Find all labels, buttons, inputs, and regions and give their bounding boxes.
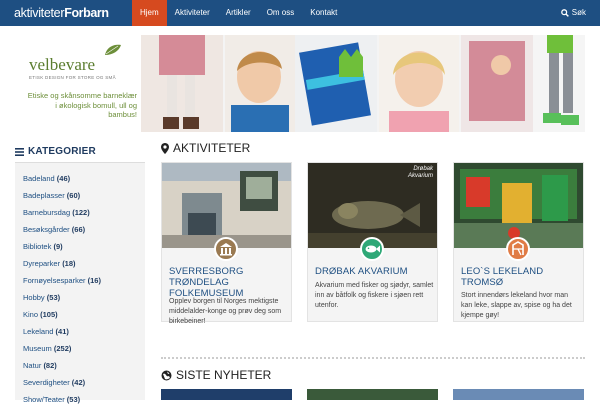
category-name: Bibliotek (23, 242, 52, 251)
category-item[interactable]: Natur (82) (23, 357, 143, 374)
category-count: (9) (53, 242, 63, 251)
map-marker-icon (161, 142, 169, 154)
activity-category-badge (360, 237, 384, 261)
category-count: (252) (53, 344, 72, 353)
advertisement-banner[interactable]: velbevare ETISK DESIGN FOR STORE OG SMÅ … (15, 35, 585, 132)
category-count: (41) (55, 327, 69, 336)
search-label: Søk (571, 8, 586, 17)
activity-card-title[interactable]: DRØBAK AKVARIUM (315, 266, 435, 277)
activity-card-description: Opplev borgen til Norges mektigste midde… (169, 298, 282, 325)
category-item[interactable]: Bibliotek (9) (23, 238, 143, 255)
category-name: Badeplasser (23, 191, 65, 200)
list-icon (15, 147, 24, 156)
category-count: (46) (56, 174, 71, 183)
logo-text-forbarn: Forbarn (64, 6, 109, 20)
museum-icon (220, 243, 232, 256)
banner-photo-kid-standing (533, 35, 585, 132)
fish-icon (365, 245, 380, 253)
banner-photo-legs (141, 35, 223, 132)
activity-card[interactable]: LEO`S LEKELAND TROMSØ Stort innendørs le… (453, 162, 584, 322)
top-navigation-bar: aktiviteterForbarn Hjem Aktiviteter Arti… (0, 0, 600, 26)
category-item[interactable]: Lekeland (41) (23, 323, 143, 340)
category-item[interactable]: Severdigheter (42) (23, 374, 143, 391)
playground-icon (512, 241, 524, 256)
category-name: Dyreparker (23, 259, 61, 268)
category-count: (42) (71, 378, 86, 387)
nav-artikler[interactable]: Artikler (218, 0, 259, 26)
category-count: (122) (72, 208, 90, 217)
banner-photo-shirt (295, 35, 377, 132)
nav-kontakt[interactable]: Kontakt (302, 0, 345, 26)
category-item[interactable]: Kino (105) (23, 306, 143, 323)
banner-photo-boy (225, 35, 295, 132)
category-name: Lekeland (23, 327, 54, 336)
activity-card-image: Drøbak Akvarium (308, 163, 437, 248)
news-heading: SISTE NYHETER (161, 368, 271, 382)
category-item[interactable]: Dyreparker (18) (23, 255, 143, 272)
category-name: Severdigheter (23, 378, 70, 387)
activity-card-image (162, 163, 291, 248)
activities-heading: AKTIVITETER (161, 141, 250, 155)
news-thumbnail[interactable] (161, 389, 292, 400)
category-count: (16) (87, 276, 101, 285)
activities-title: AKTIVITETER (173, 141, 251, 155)
search-button[interactable]: Søk (560, 0, 586, 26)
category-name: Natur (23, 361, 42, 370)
category-count: (60) (66, 191, 81, 200)
activity-card-description: Akvarium med fisker og sjødyr, samlet in… (315, 282, 434, 309)
banner-tagline: ETISK DESIGN FOR STORE OG SMÅ (29, 75, 116, 80)
banner-brand: velbevare (29, 55, 96, 74)
news-thumbnail[interactable] (307, 389, 438, 400)
banner-brand-panel: velbevare ETISK DESIGN FOR STORE OG SMÅ … (15, 35, 141, 132)
logo-text-aktiviteter: aktiviteter (14, 6, 65, 20)
category-name: Fornøyelsesparker (23, 276, 86, 285)
main-menu: Hjem Aktiviteter Artikler Om oss Kontakt (132, 0, 345, 26)
category-name: Museum (23, 344, 52, 353)
activity-category-badge (506, 237, 530, 261)
banner-photo-girl (379, 35, 459, 132)
categories-heading: KATEGORIER (15, 146, 96, 157)
banner-description: Etiske og skånsomme barneklær i økologis… (27, 91, 137, 119)
category-name: Kino (23, 310, 39, 319)
categories-panel: Badeland (46) Badeplasser (60) Barneburs… (15, 162, 145, 404)
aquarium-overlay-text: Drøbak Akvarium (407, 166, 433, 179)
category-count: (82) (43, 361, 57, 370)
category-name: Barnebursdag (23, 208, 71, 217)
category-count: (53) (46, 293, 61, 302)
activity-card-title[interactable]: SVERRESBORG TRØNDELAG FOLKEMUSEUM (169, 266, 289, 299)
category-count: (105) (40, 310, 58, 319)
leaf-icon (105, 44, 121, 55)
activity-category-badge (214, 237, 238, 261)
category-name: Besøksgårder (23, 225, 70, 234)
nav-hjem[interactable]: Hjem (132, 0, 167, 26)
category-item[interactable]: Museum (252) (23, 340, 143, 357)
category-item[interactable]: Hobby (53) (23, 289, 143, 306)
category-item[interactable]: Besøksgårder (66) (23, 221, 143, 238)
nav-om-oss[interactable]: Om oss (259, 0, 303, 26)
category-count: (66) (71, 225, 86, 234)
category-item[interactable]: Badeland (46) (23, 170, 143, 187)
activity-card-image (454, 163, 583, 248)
categories-list: Badeland (46) Badeplasser (60) Barneburs… (23, 170, 143, 408)
activity-card-title[interactable]: LEO`S LEKELAND TROMSØ (461, 266, 581, 288)
categories-title: KATEGORIER (28, 146, 96, 157)
news-thumbnail[interactable] (453, 389, 584, 400)
activity-card[interactable]: SVERRESBORG TRØNDELAG FOLKEMUSEUM Opplev… (161, 162, 292, 325)
category-item[interactable]: Badeplasser (60) (23, 187, 143, 204)
category-name: Badeland (23, 174, 55, 183)
category-count: (18) (62, 259, 76, 268)
activity-card[interactable]: Drøbak Akvarium DRØBAK AKVARIUM Akvarium… (307, 162, 438, 322)
site-logo[interactable]: aktiviteterForbarn (14, 5, 109, 21)
category-item[interactable]: Barnebursdag (122) (23, 204, 143, 221)
banner-photo-dress (461, 35, 533, 132)
category-name: Hobby (23, 293, 45, 302)
globe-icon (161, 370, 172, 380)
activity-card-description: Stort innendørs lekeland hvor man kan le… (461, 292, 572, 319)
search-icon (560, 9, 569, 17)
news-title: SISTE NYHETER (176, 368, 272, 382)
section-divider (161, 357, 585, 359)
nav-aktiviteter[interactable]: Aktiviteter (167, 0, 218, 26)
category-item[interactable]: Fornøyelsesparker (16) (23, 272, 143, 289)
